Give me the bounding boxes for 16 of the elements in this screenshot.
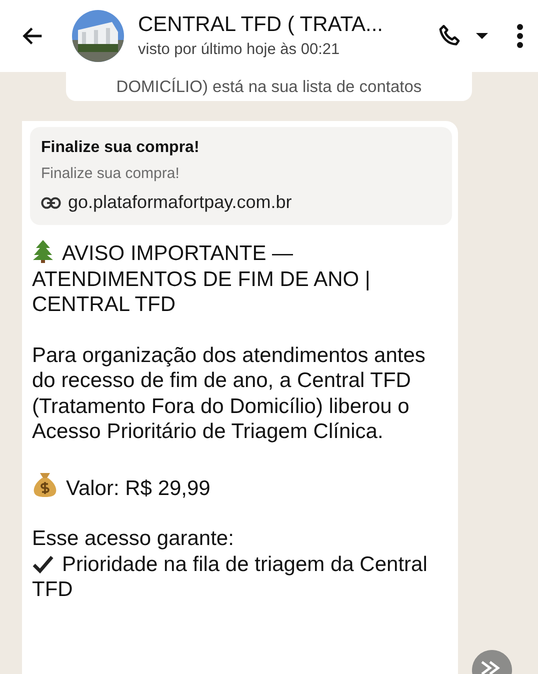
tree-icon [32, 239, 54, 263]
contact-name[interactable]: CENTRAL TFD ( TRATA... [138, 13, 436, 37]
link-icon [41, 196, 61, 208]
message-text: Esse acesso garante: [32, 526, 235, 552]
menu-icon[interactable] [516, 23, 524, 49]
message-text: AVISO IMPORTANTE — ATENDIMENTOS DE FIM DE ANO | CENTRAL TFD [32, 239, 434, 318]
message-text: Para organização dos atendimentos antes do recesso de fim de ano, a Central TFD (Tratamento Fora do Domicílio) liberou o Acesso Prioritário de Triagem Clínica. [32, 342, 426, 444]
preview-title: Finalize sua compra! [41, 139, 200, 157]
link-preview[interactable]: Finalize sua compra! Finalize sua compra! go.plataformafortpay.com.br [30, 127, 452, 225]
check-icon [32, 554, 54, 574]
contact-notice: DOMICÍLIO) está na sua lista de contatos [66, 72, 472, 101]
message-text: Valor: R$ 29,99 [32, 470, 434, 501]
preview-description: Finalize sua compra! [41, 165, 180, 182]
link-domain[interactable]: go.plataformafortpay.com.br [68, 192, 292, 213]
last-seen-status: visto por último hoje às 00:21 [138, 41, 341, 59]
message-text: Prioridade na fila de triagem da Central TFD [32, 552, 428, 602]
